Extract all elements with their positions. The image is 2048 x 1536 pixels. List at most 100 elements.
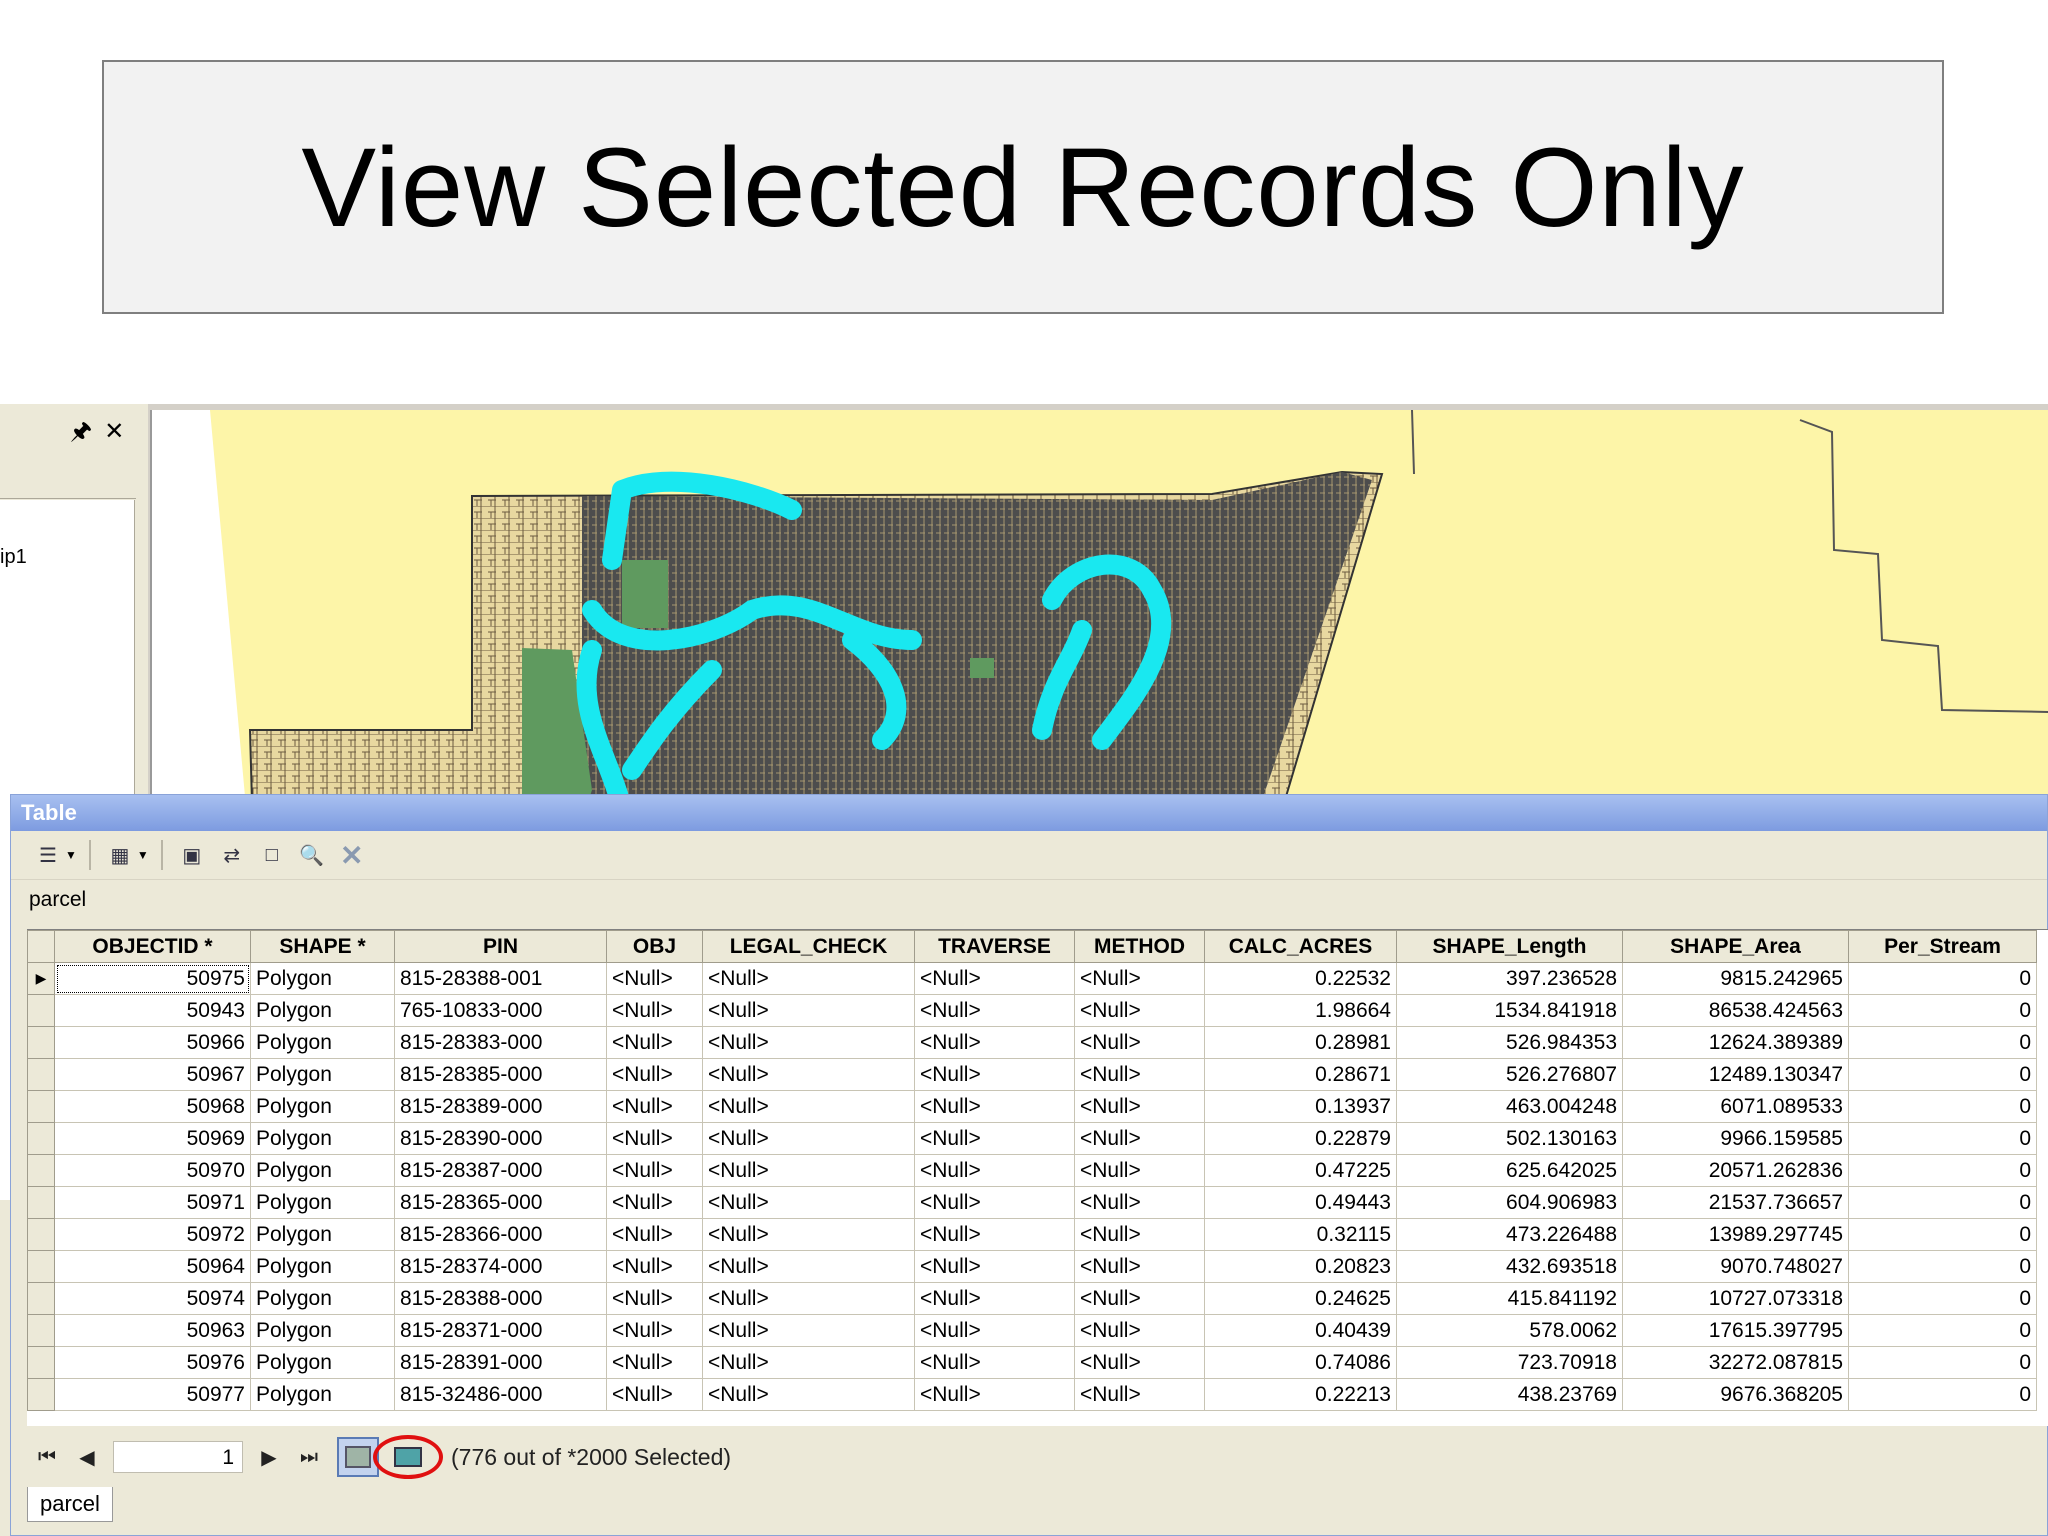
- chevron-down-icon[interactable]: ▼: [137, 848, 149, 862]
- table-cell[interactable]: 12489.130347: [1622, 1058, 1849, 1091]
- table-cell[interactable]: <Null>: [914, 1026, 1075, 1059]
- table-cell[interactable]: 815-28383-000: [394, 1026, 607, 1059]
- table-cell[interactable]: Polygon: [250, 1026, 395, 1059]
- current-row-indicator-icon[interactable]: ▶: [27, 962, 55, 995]
- table-cell[interactable]: 815-28391-000: [394, 1346, 607, 1379]
- table-row[interactable]: 50972 Polygon 815-28366-000 <Null> <Null> <Nu…: [27, 1218, 2037, 1251]
- table-cell[interactable]: 9070.748027: [1622, 1250, 1849, 1283]
- table-cell[interactable]: 0.20823: [1204, 1250, 1397, 1283]
- table-cell[interactable]: 0.47225: [1204, 1154, 1397, 1187]
- table-cell[interactable]: 86538.424563: [1622, 994, 1849, 1027]
- table-cell[interactable]: <Null>: [1074, 1090, 1205, 1123]
- table-cell[interactable]: 0.40439: [1204, 1314, 1397, 1347]
- table-cell[interactable]: 50969: [54, 1122, 251, 1155]
- table-cell[interactable]: Polygon: [250, 1090, 395, 1123]
- table-cell[interactable]: 0: [1848, 1058, 2037, 1091]
- table-cell[interactable]: 432.693518: [1396, 1250, 1623, 1283]
- table-cell[interactable]: <Null>: [914, 1250, 1075, 1283]
- delete-selected-icon[interactable]: ✕: [335, 838, 369, 872]
- table-cell[interactable]: Polygon: [250, 1122, 395, 1155]
- table-cell[interactable]: <Null>: [1074, 1122, 1205, 1155]
- table-cell[interactable]: <Null>: [914, 962, 1075, 995]
- table-cell[interactable]: 50968: [54, 1090, 251, 1123]
- table-cell[interactable]: 0: [1848, 962, 2037, 995]
- table-cell[interactable]: 815-28389-000: [394, 1090, 607, 1123]
- table-cell[interactable]: <Null>: [702, 1314, 915, 1347]
- table-row[interactable]: 50976 Polygon 815-28391-000 <Null> <Null> <Nu…: [27, 1346, 2037, 1379]
- table-cell[interactable]: 815-28385-000: [394, 1058, 607, 1091]
- table-cell[interactable]: <Null>: [702, 1058, 915, 1091]
- table-cell[interactable]: <Null>: [1074, 1186, 1205, 1219]
- table-cell[interactable]: 9676.368205: [1622, 1378, 1849, 1411]
- table-cell[interactable]: 526.276807: [1396, 1058, 1623, 1091]
- table-cell[interactable]: <Null>: [606, 1186, 703, 1219]
- table-cell[interactable]: 50963: [54, 1314, 251, 1347]
- table-cell[interactable]: 0.28981: [1204, 1026, 1397, 1059]
- clear-selection-icon[interactable]: □: [255, 838, 289, 872]
- table-cell[interactable]: 0: [1848, 1122, 2037, 1155]
- table-cell[interactable]: <Null>: [606, 1058, 703, 1091]
- table-cell[interactable]: Polygon: [250, 1314, 395, 1347]
- table-cell[interactable]: 723.70918: [1396, 1346, 1623, 1379]
- table-cell[interactable]: <Null>: [1074, 962, 1205, 995]
- table-cell[interactable]: 9815.242965: [1622, 962, 1849, 995]
- column-header[interactable]: TRAVERSE: [914, 930, 1075, 963]
- table-cell[interactable]: <Null>: [914, 1154, 1075, 1187]
- column-header[interactable]: OBJ: [606, 930, 703, 963]
- table-cell[interactable]: <Null>: [1074, 1058, 1205, 1091]
- table-row[interactable]: 50968 Polygon 815-28389-000 <Null> <Null> <Nu…: [27, 1090, 2037, 1123]
- table-cell[interactable]: <Null>: [914, 1186, 1075, 1219]
- table-cell[interactable]: <Null>: [606, 962, 703, 995]
- table-cell[interactable]: 9966.159585: [1622, 1122, 1849, 1155]
- row-selector[interactable]: [27, 1186, 55, 1219]
- next-record-button[interactable]: ▶: [249, 1437, 289, 1477]
- close-icon[interactable]: ✕: [104, 418, 124, 445]
- table-cell[interactable]: <Null>: [1074, 1346, 1205, 1379]
- table-cell[interactable]: 1534.841918: [1396, 994, 1623, 1027]
- column-header[interactable]: SHAPE_Length: [1396, 930, 1623, 963]
- table-cell[interactable]: <Null>: [1074, 1314, 1205, 1347]
- table-cell[interactable]: <Null>: [1074, 1378, 1205, 1411]
- column-header[interactable]: CALC_ACRES: [1204, 930, 1397, 963]
- table-cell[interactable]: 815-28366-000: [394, 1218, 607, 1251]
- table-cell[interactable]: 625.642025: [1396, 1154, 1623, 1187]
- table-row[interactable]: 50974 Polygon 815-28388-000 <Null> <Null> <Nu…: [27, 1282, 2037, 1315]
- table-cell[interactable]: Polygon: [250, 1058, 395, 1091]
- table-cell[interactable]: <Null>: [1074, 1154, 1205, 1187]
- table-cell[interactable]: Polygon: [250, 1378, 395, 1411]
- table-cell[interactable]: <Null>: [1074, 994, 1205, 1027]
- pin-icon[interactable]: 🖈: [70, 418, 92, 445]
- table-cell[interactable]: Polygon: [250, 1282, 395, 1315]
- table-cell[interactable]: 0.28671: [1204, 1058, 1397, 1091]
- table-cell[interactable]: 0.22879: [1204, 1122, 1397, 1155]
- table-cell[interactable]: 0: [1848, 1282, 2037, 1315]
- table-cell[interactable]: 50971: [54, 1186, 251, 1219]
- table-cell[interactable]: 415.841192: [1396, 1282, 1623, 1315]
- column-header[interactable]: OBJECTID *: [54, 930, 251, 963]
- table-cell[interactable]: 397.236528: [1396, 962, 1623, 995]
- row-selector[interactable]: [27, 1058, 55, 1091]
- table-row[interactable]: 50943 Polygon 765-10833-000 <Null> <Null> <Nu…: [27, 994, 2037, 1027]
- previous-record-button[interactable]: ◀: [67, 1437, 107, 1477]
- table-cell[interactable]: Polygon: [250, 994, 395, 1027]
- table-cell[interactable]: <Null>: [702, 1186, 915, 1219]
- table-cell[interactable]: 0: [1848, 1026, 2037, 1059]
- table-cell[interactable]: 50976: [54, 1346, 251, 1379]
- table-cell[interactable]: 815-28387-000: [394, 1154, 607, 1187]
- table-cell[interactable]: <Null>: [606, 1026, 703, 1059]
- table-cell[interactable]: <Null>: [606, 1346, 703, 1379]
- table-cell[interactable]: 765-10833-000: [394, 994, 607, 1027]
- row-selector-header[interactable]: [27, 930, 55, 963]
- table-cell[interactable]: <Null>: [606, 1154, 703, 1187]
- table-cell[interactable]: <Null>: [914, 1282, 1075, 1315]
- table-cell[interactable]: <Null>: [914, 1058, 1075, 1091]
- table-cell[interactable]: <Null>: [606, 1090, 703, 1123]
- table-cell[interactable]: 815-28371-000: [394, 1314, 607, 1347]
- table-row[interactable]: 50967 Polygon 815-28385-000 <Null> <Null> <Nu…: [27, 1058, 2037, 1091]
- table-cell[interactable]: <Null>: [606, 1122, 703, 1155]
- table-cell[interactable]: 815-28390-000: [394, 1122, 607, 1155]
- row-selector[interactable]: [27, 1026, 55, 1059]
- table-cell[interactable]: <Null>: [702, 1090, 915, 1123]
- table-cell[interactable]: 21537.736657: [1622, 1186, 1849, 1219]
- row-selector[interactable]: [27, 1218, 55, 1251]
